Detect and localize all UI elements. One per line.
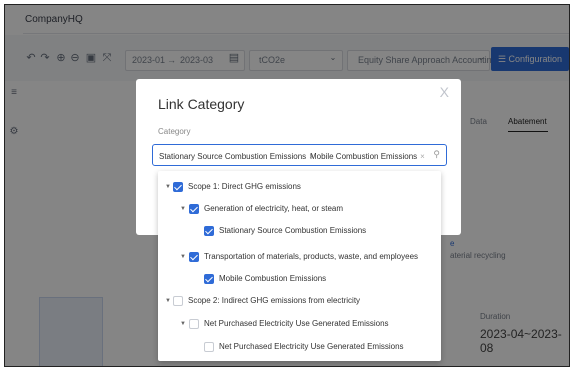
tree-node-label: Stationary Source Combustion Emissions bbox=[219, 226, 367, 235]
tag-remove-icon[interactable]: × bbox=[420, 152, 425, 161]
checkbox-checked[interactable] bbox=[189, 252, 199, 262]
dialog-title: Link Category bbox=[158, 96, 245, 112]
tree-node[interactable]: ▼ Transportation of materials, products, … bbox=[158, 250, 441, 264]
tree-node-label: Generation of electricity, heat, or stea… bbox=[204, 204, 344, 213]
tree-node-label: Net Purchased Electricity Use Generated … bbox=[204, 319, 389, 328]
category-tree-dropdown: ▼ Scope 1: Direct GHG emissions ▼ Generatio… bbox=[158, 171, 441, 361]
tree-node-label: Scope 2: Indirect GHG emissions from ele… bbox=[188, 296, 361, 305]
tree-node[interactable]: ▼ Generation of electricity, heat, or ste… bbox=[158, 202, 441, 216]
tree-node[interactable]: Net Purchased Electricity Use Generated … bbox=[158, 340, 441, 354]
tree-node[interactable]: ▼ Scope 1: Direct GHG emissions bbox=[158, 180, 441, 194]
category-select[interactable]: Stationary Source Combustion Emissions × … bbox=[152, 144, 447, 166]
checkbox-checked[interactable] bbox=[173, 182, 183, 192]
checkbox-checked[interactable] bbox=[204, 274, 214, 284]
expand-arrow-icon[interactable]: ▼ bbox=[180, 317, 186, 331]
tree-node[interactable]: Mobile Combustion Emissions bbox=[158, 272, 441, 286]
expand-arrow-icon[interactable]: ▼ bbox=[180, 202, 186, 216]
tree-node-label: Scope 1: Direct GHG emissions bbox=[188, 182, 301, 191]
checkbox-checked[interactable] bbox=[204, 226, 214, 236]
checkbox-checked[interactable] bbox=[189, 204, 199, 214]
search-icon: ⚲ bbox=[433, 149, 440, 159]
selected-tag: Mobile Combustion Emissions × bbox=[310, 152, 425, 161]
tree-node[interactable]: ▼ Scope 2: Indirect GHG emissions from el… bbox=[158, 294, 441, 308]
tree-node-label: Transportation of materials, products, w… bbox=[204, 252, 419, 261]
selected-tag: Stationary Source Combustion Emissions × bbox=[159, 152, 314, 161]
checkbox-unchecked[interactable] bbox=[173, 296, 183, 306]
category-label: Category bbox=[158, 127, 191, 136]
tree-node[interactable]: ▼ Net Purchased Electricity Use Generated… bbox=[158, 317, 441, 331]
tree-node[interactable]: Stationary Source Combustion Emissions bbox=[158, 224, 441, 238]
tree-node-label: Mobile Combustion Emissions bbox=[219, 274, 327, 283]
close-icon[interactable]: X bbox=[440, 85, 449, 99]
checkbox-unchecked[interactable] bbox=[204, 342, 214, 352]
checkbox-unchecked[interactable] bbox=[189, 319, 199, 329]
tree-node-label: Net Purchased Electricity Use Generated … bbox=[219, 342, 404, 351]
expand-arrow-icon[interactable]: ▼ bbox=[165, 180, 171, 194]
expand-arrow-icon[interactable]: ▼ bbox=[165, 294, 171, 308]
expand-arrow-icon[interactable]: ▼ bbox=[180, 250, 186, 264]
